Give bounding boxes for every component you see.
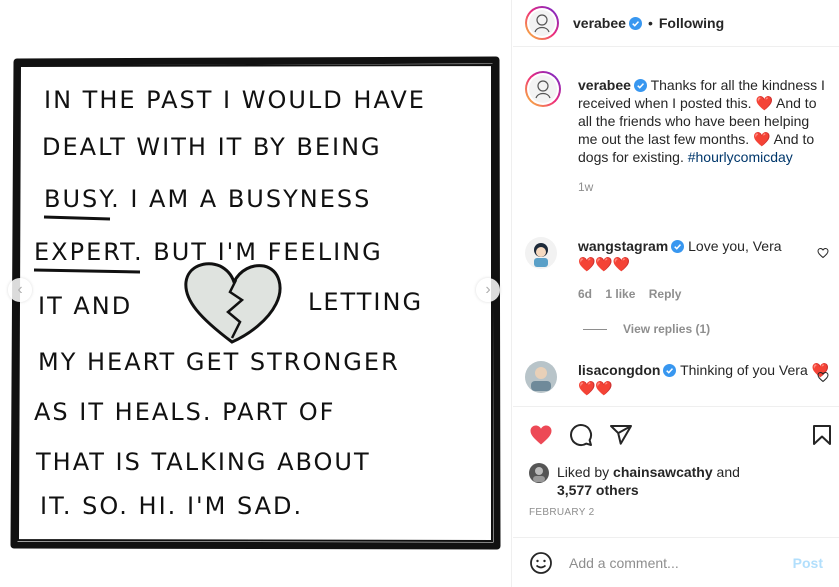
comment-icon[interactable] (569, 423, 593, 447)
comment-text: Thinking of you Vera (680, 362, 808, 378)
like-comment-heart-icon[interactable] (817, 371, 829, 383)
liked-by-section: Liked by chainsawcathy and 3,577 others (529, 463, 740, 499)
view-replies-button[interactable]: View replies (1) (583, 322, 710, 336)
bookmark-icon[interactable] (810, 423, 834, 447)
like-comment-heart-icon[interactable] (817, 247, 829, 259)
liked-by-suffix: and (716, 464, 740, 480)
comic-line-9: THAT IS TALKING ABOUT (35, 448, 371, 476)
chevron-right-icon: › (485, 281, 491, 298)
caption-username[interactable]: verabee (578, 77, 631, 93)
author-username[interactable]: verabee (573, 15, 626, 31)
comment-time[interactable]: 6d (578, 287, 592, 301)
next-image-button[interactable]: › (476, 278, 500, 302)
verified-badge-icon (663, 364, 677, 377)
comic-line-8: AS IT HEALS. PART OF (34, 398, 335, 426)
liked-by-prefix: Liked by (557, 464, 610, 480)
comic-line-5: IT AND (38, 292, 132, 320)
verified-badge-icon (633, 79, 647, 92)
likes-count[interactable]: 3,577 others (557, 482, 639, 498)
post-media[interactable]: IN THE PAST I WOULD HAVE DEALT WITH IT B… (0, 0, 512, 587)
verified-badge-icon (671, 240, 685, 253)
comic-line-4: EXPERT. BUT I'M FEELING (34, 238, 383, 266)
post-header: verabee • Following (513, 0, 839, 47)
liked-by-user[interactable]: chainsawcathy (613, 464, 713, 480)
comic-line-6: LETTING (308, 288, 423, 316)
liker-avatar[interactable] (529, 463, 549, 483)
commenter-avatar[interactable] (525, 361, 557, 396)
comic-line-7: MY HEART GET STRONGER (38, 348, 400, 376)
comic-line-3: BUSY. I AM A BUSYNESS (44, 185, 371, 213)
emoji-icon[interactable] (529, 551, 553, 575)
commenter-username[interactable]: lisacongdon (578, 362, 660, 378)
commenter-avatar[interactable] (525, 237, 557, 272)
chevron-left-icon: ‹ (17, 281, 23, 298)
caption-text: verabee Thanks for all the kindness I re… (578, 76, 830, 196)
post-actions: Liked by chainsawcathy and 3,577 others … (513, 406, 839, 536)
comic-line-10: IT. SO. HI. I'M SAD. (40, 492, 303, 520)
caption-author-avatar[interactable] (525, 71, 561, 107)
comic-line-1: IN THE PAST I WOULD HAVE (44, 86, 426, 114)
comment-likes[interactable]: 1 like (605, 287, 635, 301)
share-icon[interactable] (609, 423, 633, 447)
following-button[interactable]: Following (659, 15, 724, 31)
comic-line-2: DEALT WITH IT BY BEING (42, 133, 382, 161)
heart-filled-icon[interactable] (529, 423, 553, 447)
view-replies-label: View replies (1) (623, 322, 711, 336)
post-date[interactable]: FEBRUARY 2 (529, 507, 594, 518)
post-sidebar: verabee • Following verabee Thanks for a… (513, 0, 839, 587)
red-heart-icon: ❤️ (753, 131, 771, 147)
post-comment-button[interactable]: Post (793, 555, 823, 571)
add-comment-bar: Add a comment... Post (513, 537, 839, 587)
avatar-illustration-icon (529, 10, 555, 36)
broken-heart-drawing (184, 262, 282, 344)
commenter-username[interactable]: wangstagram (578, 238, 668, 254)
comment-text: Love you, Vera (688, 238, 782, 254)
reply-button[interactable]: Reply (649, 287, 682, 301)
verified-badge-icon (628, 16, 642, 30)
separator-dot: • (647, 15, 653, 31)
avatar-illustration-icon (529, 75, 557, 103)
author-avatar[interactable] (525, 6, 559, 40)
hashtag-link[interactable]: #hourlycomicday (688, 149, 793, 165)
comic-image: IN THE PAST I WOULD HAVE DEALT WITH IT B… (10, 56, 501, 550)
red-heart-icon: ❤️ (755, 95, 773, 111)
comment-input[interactable]: Add a comment... (569, 555, 793, 571)
avatar-cartoon-icon (525, 237, 557, 269)
caption-time[interactable]: 1w (578, 180, 593, 194)
previous-image-button[interactable]: ‹ (8, 278, 32, 302)
comment-hearts: ❤️❤️❤️ (578, 256, 631, 272)
replies-divider (583, 328, 607, 330)
avatar-photo-icon (525, 361, 557, 393)
